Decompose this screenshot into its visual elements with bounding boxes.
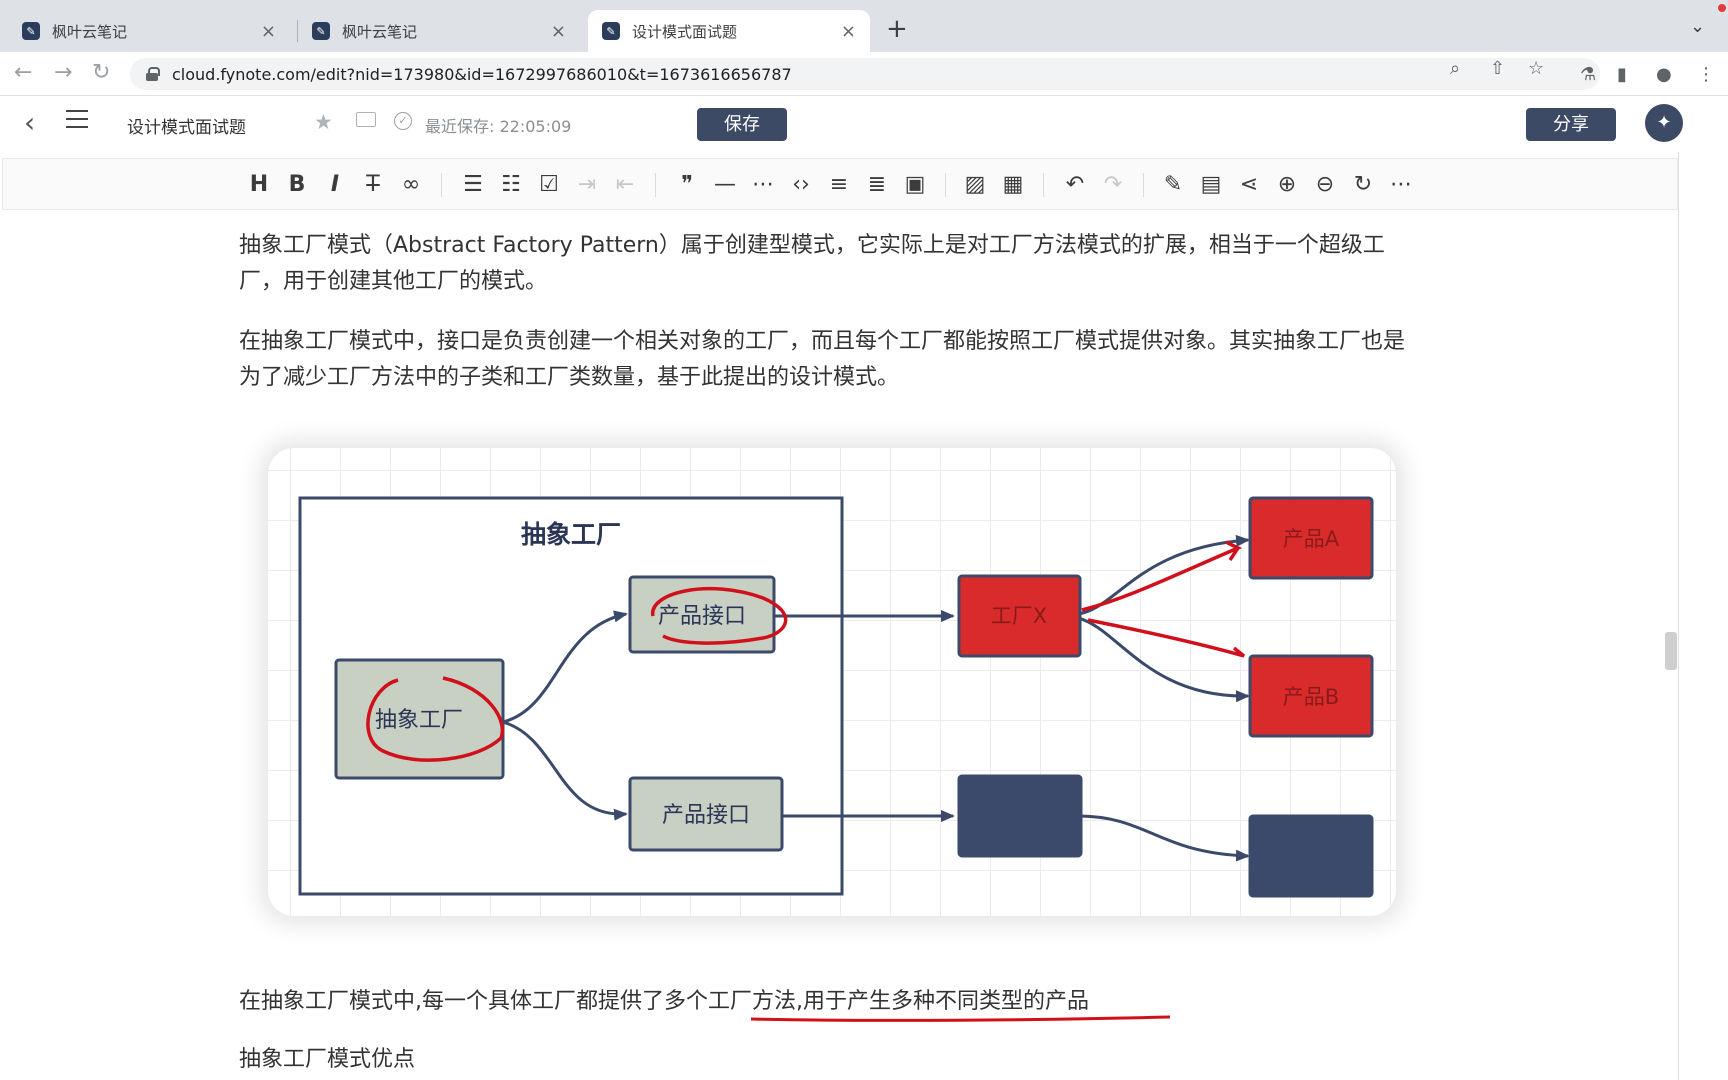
image-icon[interactable]: ▨ (961, 171, 989, 199)
tab-title: 枫叶云笔记 (342, 22, 418, 41)
toolbar-divider (441, 173, 442, 197)
profile-icon[interactable]: ● (1656, 64, 1672, 85)
url-input[interactable]: cloud.fynote.com/edit?nid=173980&id=1672… (130, 58, 1600, 90)
numbered-list-icon[interactable]: ☷ (497, 171, 525, 199)
back-arrow-icon[interactable]: ← (14, 60, 32, 85)
forward-arrow-icon[interactable]: → (54, 60, 72, 85)
hamburger-menu-icon[interactable] (66, 110, 88, 128)
checklist-icon[interactable]: ☑ (535, 171, 563, 199)
ppt-export-icon[interactable]: ▤ (1197, 171, 1225, 199)
more-icon[interactable]: ⋯ (1387, 171, 1415, 199)
strikethrough-icon[interactable]: T (359, 171, 387, 199)
close-icon[interactable]: × (841, 21, 856, 42)
toolbar-divider (1143, 173, 1144, 197)
refresh-icon[interactable]: ↻ (1349, 171, 1377, 199)
table-icon[interactable]: ▦ (999, 171, 1027, 199)
document-title[interactable]: 设计模式面试题 (127, 113, 246, 138)
product-b-label: 产品B (1283, 685, 1339, 709)
link-icon[interactable]: ∞ (397, 171, 425, 199)
url-text: cloud.fynote.com/edit?nid=173980&id=1672… (172, 64, 792, 84)
abstract-factory-label: 抽象工厂 (375, 708, 463, 733)
chevron-left-icon[interactable]: ‹ (24, 106, 35, 139)
indent-icon[interactable]: ⇥ (573, 171, 601, 199)
edge-factory-x-to-product-b (1077, 616, 1250, 703)
fynote-favicon-icon: ✎ (602, 22, 620, 40)
save-status: 最近保存: 22:05:09 (425, 117, 572, 136)
annotation-underline (750, 1015, 1171, 1022)
fynote-favicon-icon: ✎ (22, 22, 40, 40)
clear-format-icon[interactable]: ≣ (863, 171, 891, 199)
product-interface-label-2: 产品接口 (662, 803, 750, 828)
code-block-icon[interactable]: ‹› (787, 171, 815, 199)
zoom-in-icon[interactable]: ⊕ (1273, 171, 1301, 199)
product-a-label: 产品A (1283, 527, 1340, 551)
toolbar-divider (655, 173, 656, 197)
factory-x-label: 工厂X (991, 604, 1047, 628)
star-icon[interactable]: ★ (314, 110, 333, 134)
zoom-icon[interactable]: ⌕ (1450, 58, 1460, 79)
notification-dot (1718, 4, 1726, 12)
paragraph-intro: 抽象工厂模式（Abstract Factory Pattern）属于创建型模式，… (239, 233, 1385, 294)
close-icon[interactable]: × (261, 21, 276, 42)
product-interface-label-1: 产品接口 (658, 604, 746, 629)
navy-node-1[interactable] (957, 774, 1083, 858)
chevron-down-icon[interactable]: ⌄ (1690, 16, 1705, 37)
close-icon[interactable]: × (551, 21, 566, 42)
browser-tab-1[interactable]: ✎ 枫叶云笔记 × (8, 10, 290, 52)
share-button[interactable]: 分享 (1526, 108, 1616, 141)
editor-toolbar: H B I T ∞ ☰ ☷ ☑ ⇥ ⇤ ❞ — ⋯ ‹› ≡ ≣ ▣ ▨ ▦ ↶… (2, 158, 1678, 210)
sidebar-panel-icon[interactable]: ▮ (1617, 64, 1627, 85)
toolbar-divider (945, 173, 946, 197)
kebab-menu-icon[interactable]: ⋮ (1697, 64, 1715, 85)
avatar[interactable]: ✦ (1645, 104, 1683, 142)
share-page-icon[interactable]: ⇧ (1490, 58, 1505, 79)
svg-file-icon[interactable]: ▣ (901, 171, 929, 199)
edge-navy-to-navy (1077, 814, 1250, 862)
browser-tab-2[interactable]: ✎ 枫叶云笔记 × (298, 10, 580, 52)
toolbar-divider (1043, 173, 1044, 197)
lock-icon (146, 67, 160, 81)
editor-right-border (1678, 152, 1679, 1080)
folder-icon[interactable] (356, 112, 376, 127)
paragraph-interface: 在抽象工厂模式中，接口是负责创建一个相关对象的工厂，而且每个工厂都能按照工厂模式… (239, 329, 1406, 390)
group-title: 抽象工厂 (521, 520, 621, 549)
inline-code-icon[interactable]: ⋯ (749, 171, 777, 199)
browser-tab-strip: ✎ 枫叶云笔记 × ✎ 枫叶云笔记 × ✎ 设计模式面试题 × + ⌄ (0, 0, 1728, 52)
format-icon[interactable]: ≡ (825, 171, 853, 199)
heading-advantages: 抽象工厂模式优点 (239, 1047, 416, 1072)
save-button[interactable]: 保存 (697, 108, 787, 141)
bullet-list-icon[interactable]: ☰ (459, 171, 487, 199)
outdent-icon[interactable]: ⇤ (611, 171, 639, 199)
zoom-out-icon[interactable]: ⊖ (1311, 171, 1339, 199)
pen-icon[interactable]: ✎ (1159, 171, 1187, 199)
tab-title: 设计模式面试题 (632, 22, 738, 41)
italic-icon[interactable]: I (321, 171, 349, 199)
bold-icon[interactable]: B (283, 171, 311, 199)
navy-node-2[interactable] (1248, 814, 1374, 898)
address-bar: ← → ↻ cloud.fynote.com/edit?nid=173980&i… (0, 52, 1728, 96)
fynote-favicon-icon: ✎ (312, 22, 330, 40)
heading-icon[interactable]: H (245, 171, 273, 199)
abstract-factory-diagram[interactable]: 抽象工厂 抽象工厂 产品接口 产品接口 工厂X 产品A 产品B (268, 448, 1396, 916)
tab-title: 枫叶云笔记 (52, 22, 128, 41)
extension-flask-icon[interactable]: ⚗ (1580, 64, 1596, 85)
diagram-canvas: 抽象工厂 抽象工厂 产品接口 产品接口 工厂X 产品A 产品B (298, 496, 1374, 898)
new-tab-icon[interactable]: + (886, 14, 908, 44)
scrollbar-thumb[interactable] (1665, 632, 1677, 670)
undo-icon[interactable]: ↶ (1061, 171, 1089, 199)
mindmap-icon[interactable]: ⋖ (1235, 171, 1263, 199)
app-header: ‹ 设计模式面试题 ★ ✓ 最近保存: 22:05:09 保存 分享 ✦ (0, 96, 1710, 152)
saved-check-icon: ✓ (394, 112, 412, 130)
quote-icon[interactable]: ❞ (673, 171, 701, 199)
horizontal-rule-icon[interactable]: — (711, 171, 739, 199)
reload-icon[interactable]: ↻ (92, 60, 110, 85)
redo-icon[interactable]: ↷ (1099, 171, 1127, 199)
browser-tab-3-active[interactable]: ✎ 设计模式面试题 × (588, 10, 870, 52)
bookmark-star-icon[interactable]: ☆ (1528, 58, 1544, 79)
